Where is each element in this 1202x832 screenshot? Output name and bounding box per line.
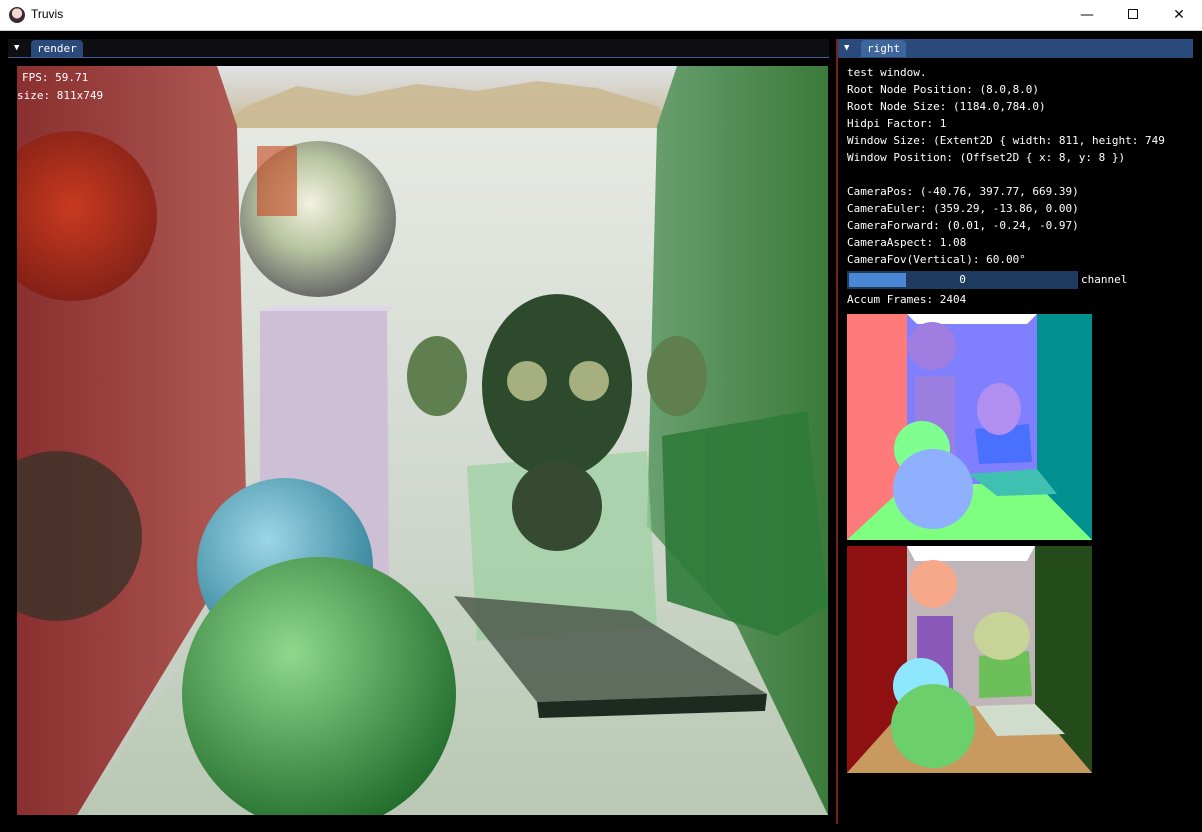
accum-frames-label: Accum Frames: 2404 bbox=[847, 293, 967, 306]
app-canvas: ▼ render FPS: 59.71 size: 811x749 ▼ righ… bbox=[0, 31, 1202, 832]
window-title: Truvis bbox=[31, 7, 64, 21]
albedo-preview-image bbox=[847, 546, 1092, 773]
right-window: ▼ right test window. Root Node Position:… bbox=[836, 39, 1193, 824]
collapse-arrow-icon[interactable]: ▼ bbox=[14, 42, 26, 54]
normal-preview-image bbox=[847, 314, 1092, 540]
info-camera-forward: CameraForward: (0.01, -0.24, -0.97) bbox=[847, 219, 1079, 232]
size-label: size: 811x749 bbox=[17, 89, 104, 102]
tab-render[interactable]: render bbox=[31, 40, 83, 57]
info-title: test window. bbox=[847, 66, 927, 79]
info-root-position: Root Node Position: (8.0,8.0) bbox=[847, 83, 1040, 96]
info-window-size: Window Size: (Extent2D { width: 811, hei… bbox=[847, 134, 1165, 147]
info-window-position: Window Position: (Offset2D { x: 8, y: 8 … bbox=[847, 151, 1126, 164]
info-hidpi: Hidpi Factor: 1 bbox=[847, 117, 947, 130]
channel-slider[interactable]: 0 bbox=[847, 271, 1078, 289]
fps-label: FPS: 59.71 bbox=[22, 71, 89, 84]
info-camera-aspect: CameraAspect: 1.08 bbox=[847, 236, 967, 249]
maximize-button[interactable] bbox=[1110, 0, 1156, 31]
slider-value: 0 bbox=[959, 273, 966, 286]
minimize-button[interactable]: — bbox=[1064, 0, 1110, 31]
maximize-icon bbox=[1128, 9, 1138, 19]
channel-label: channel bbox=[1081, 273, 1128, 286]
title-bar: Truvis — ✕ bbox=[0, 0, 1202, 31]
render-viewport[interactable] bbox=[17, 66, 828, 815]
right-tab-bar: ▼ right bbox=[838, 39, 1193, 58]
info-camera-euler: CameraEuler: (359.29, -13.86, 0.00) bbox=[847, 202, 1079, 215]
info-root-size: Root Node Size: (1184.0,784.0) bbox=[847, 100, 1046, 113]
info-camera-pos: CameraPos: (-40.76, 397.77, 669.39) bbox=[847, 185, 1079, 198]
collapse-arrow-icon[interactable]: ▼ bbox=[844, 42, 856, 54]
render-tab-bar: ▼ render bbox=[8, 39, 829, 58]
info-camera-fov: CameraFov(Vertical): 60.00° bbox=[847, 253, 1026, 266]
render-window: ▼ render FPS: 59.71 size: 811x749 bbox=[8, 39, 829, 817]
close-button[interactable]: ✕ bbox=[1156, 0, 1202, 31]
app-icon bbox=[9, 7, 25, 23]
tab-right[interactable]: right bbox=[861, 40, 907, 57]
